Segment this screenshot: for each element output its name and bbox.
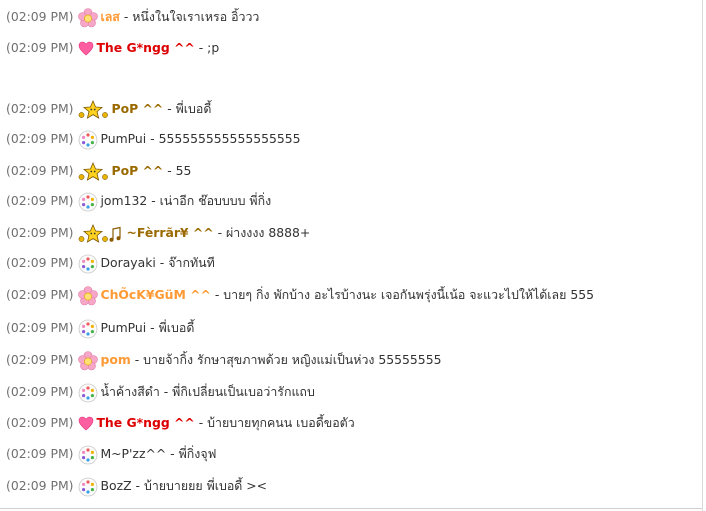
default-user-icon — [78, 319, 98, 339]
chat-message: (02:09 PM) PoP ^^ - 55 — [6, 160, 191, 182]
chat-message: (02:09 PM) PumPui - พี่เบอดี้ — [6, 317, 194, 339]
pink-flower-icon — [78, 350, 99, 371]
pink-heart-icon — [78, 39, 94, 59]
separator: - — [135, 478, 140, 493]
message-time: (02:09 PM) — [6, 225, 74, 240]
user-name[interactable]: ~Fèrrãr¥ ^^ — [126, 225, 213, 240]
message-time: (02:09 PM) — [6, 320, 74, 335]
user-name[interactable]: jom132 — [100, 193, 147, 208]
bottom-divider — [0, 508, 702, 509]
star-friends-icon — [78, 161, 109, 182]
message-text: จ๊ากทันที — [168, 255, 215, 270]
chat-log: (02:09 PM) เลส - หนึ่งในใจเราเหรอ อิ้ววว … — [0, 0, 703, 511]
user-name[interactable]: The G*ngg ^^ — [96, 415, 194, 430]
chat-message: (02:09 PM) Dorayaki - จ๊ากทันที — [6, 252, 215, 274]
message-time: (02:09 PM) — [6, 40, 74, 55]
chat-message: (02:09 PM) The G*ngg ^^ - ;p — [6, 37, 219, 59]
separator: - — [150, 320, 155, 335]
message-text: 55 — [175, 163, 192, 178]
user-name[interactable]: pom — [100, 352, 130, 367]
default-user-icon — [78, 192, 98, 212]
chat-message: (02:09 PM) M~P'zz^^ - พี่กิ่งจุฟ — [6, 443, 216, 465]
user-name[interactable]: PoP ^^ — [111, 163, 163, 178]
message-time: (02:09 PM) — [6, 478, 74, 493]
message-time: (02:09 PM) — [6, 415, 74, 430]
message-text: บ้ายบายยย พี่เบอดี้ >< — [143, 478, 268, 493]
user-name[interactable]: PumPui — [100, 320, 146, 335]
pink-flower-icon — [78, 7, 99, 28]
message-time: (02:09 PM) — [6, 9, 74, 24]
separator: - — [167, 163, 172, 178]
separator: - — [134, 352, 140, 367]
chat-message: (02:09 PM) pom - บายจ้ากิ้ง รักษาสุขภาพด้… — [6, 349, 441, 371]
message-text: พี่เบอดี้ — [175, 101, 212, 116]
pink-heart-icon — [78, 414, 94, 434]
separator: - — [170, 446, 175, 461]
default-user-icon — [78, 254, 98, 274]
chat-message: (02:09 PM) PumPui - 555555555555555555 — [6, 128, 301, 150]
message-text: บ้ายบายทุกคนน เบอดี้ขอตัว — [207, 415, 355, 430]
star-friends-icon — [78, 99, 109, 120]
message-time: (02:09 PM) — [6, 255, 74, 270]
chat-message: (02:09 PM) ~Fèrrãr¥ ^^ - ผ่างงงง 8888+ — [6, 222, 310, 244]
separator: - — [123, 9, 129, 24]
user-name[interactable]: BozZ — [100, 478, 131, 493]
chat-message: (02:09 PM) น้ำค้างสีดำ - พี่กิเปลี่ยนเป็น… — [6, 381, 315, 403]
default-user-icon — [78, 383, 98, 403]
message-text: พี่เบอดี้ — [158, 320, 195, 335]
user-name[interactable]: Dorayaki — [100, 255, 155, 270]
message-time: (02:09 PM) — [6, 446, 74, 461]
message-text: 555555555555555555 — [158, 131, 301, 146]
user-name[interactable]: เลส — [100, 9, 119, 24]
pink-flower-icon — [78, 285, 99, 306]
separator: - — [159, 255, 165, 270]
separator: - — [167, 101, 172, 116]
chat-message: (02:09 PM) The G*ngg ^^ - บ้ายบายทุกคนน เ… — [6, 412, 355, 434]
message-text: พี่กิเปลี่ยนเป็นเบอว่ารักแถบ — [172, 384, 315, 399]
separator: - — [198, 415, 204, 430]
separator: - — [163, 384, 169, 399]
message-time: (02:09 PM) — [6, 287, 74, 302]
message-time: (02:09 PM) — [6, 193, 74, 208]
user-name[interactable]: The G*ngg ^^ — [96, 40, 194, 55]
message-time: (02:09 PM) — [6, 384, 74, 399]
star-music-icon — [78, 223, 124, 244]
separator: - — [198, 40, 204, 55]
chat-message: (02:09 PM) BozZ - บ้ายบายยย พี่เบอดี้ >< — [6, 475, 267, 497]
default-user-icon — [78, 477, 98, 497]
user-name[interactable]: ChÕcK¥GüM ^^ — [100, 287, 210, 302]
default-user-icon — [78, 130, 98, 150]
message-time: (02:09 PM) — [6, 131, 74, 146]
chat-message: (02:09 PM) PoP ^^ - พี่เบอดี้ — [6, 98, 211, 120]
user-name[interactable]: M~P'zz^^ — [100, 446, 166, 461]
separator: - — [214, 287, 220, 302]
default-user-icon — [78, 445, 98, 465]
separator: - — [217, 225, 223, 240]
separator: - — [150, 131, 155, 146]
message-text: ;p — [207, 40, 220, 55]
message-text: บายจ้ากิ้ง รักษาสุขภาพด้วย หญิงแม่เป็นห่… — [143, 352, 442, 367]
user-name[interactable]: PoP ^^ — [111, 101, 163, 116]
message-text: หนึ่งในใจเราเหรอ อิ้ววว — [132, 9, 260, 24]
separator: - — [151, 193, 156, 208]
user-name[interactable]: PumPui — [100, 131, 146, 146]
message-text: เน่าอีก ช๊อบบบบ พี่กิ่ง — [159, 193, 272, 208]
message-time: (02:09 PM) — [6, 352, 74, 367]
message-text: พี่กิ่งจุฟ — [178, 446, 217, 461]
message-time: (02:09 PM) — [6, 163, 74, 178]
message-time: (02:09 PM) — [6, 101, 74, 116]
chat-message: (02:09 PM) jom132 - เน่าอีก ช๊อบบบบ พี่กิ… — [6, 190, 271, 212]
chat-message: (02:09 PM) เลส - หนึ่งในใจเราเหรอ อิ้ววว — [6, 6, 259, 28]
chat-message: (02:09 PM) ChÕcK¥GüM ^^ - บายๆ กิ่ง พักบ้… — [6, 284, 594, 306]
message-text: บายๆ กิ่ง พักบ้าง อะไรบ้างนะ เจอกันพรุ่ง… — [223, 287, 594, 302]
user-name[interactable]: น้ำค้างสีดำ — [100, 384, 159, 399]
message-text: ผ่างงงง 8888+ — [226, 225, 311, 240]
